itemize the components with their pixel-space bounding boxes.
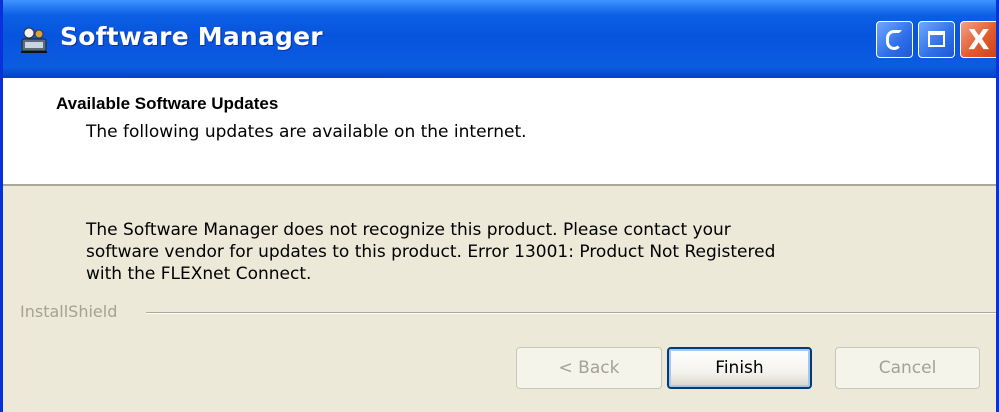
error-message-line: The Software Manager does not recognize … xyxy=(86,220,731,240)
error-message: The Software Manager does not recognize … xyxy=(86,219,906,285)
close-icon: X xyxy=(968,23,990,56)
dialog-window: Software Manager X Available Software Up… xyxy=(0,0,999,412)
title-bar[interactable]: Software Manager X xyxy=(3,0,996,78)
back-button[interactable]: < Back xyxy=(516,347,662,389)
maximize-icon xyxy=(928,31,945,47)
installshield-divider xyxy=(146,312,996,314)
software-manager-app-icon xyxy=(21,27,47,53)
error-message-line: software vendor for updates to this prod… xyxy=(86,242,776,262)
help-icon xyxy=(886,30,902,50)
help-button[interactable] xyxy=(876,21,913,58)
installshield-label: InstallShield xyxy=(20,302,118,321)
maximize-button[interactable] xyxy=(918,21,955,58)
cancel-button[interactable]: Cancel xyxy=(835,347,980,389)
header-title: Available Software Updates xyxy=(56,94,279,113)
finish-button[interactable]: Finish xyxy=(667,347,812,389)
close-button[interactable]: X xyxy=(960,21,996,58)
error-message-line: with the FLEXnet Connect. xyxy=(86,264,312,284)
window-title: Software Manager xyxy=(60,22,323,51)
header-subtitle: The following updates are available on t… xyxy=(86,122,527,142)
